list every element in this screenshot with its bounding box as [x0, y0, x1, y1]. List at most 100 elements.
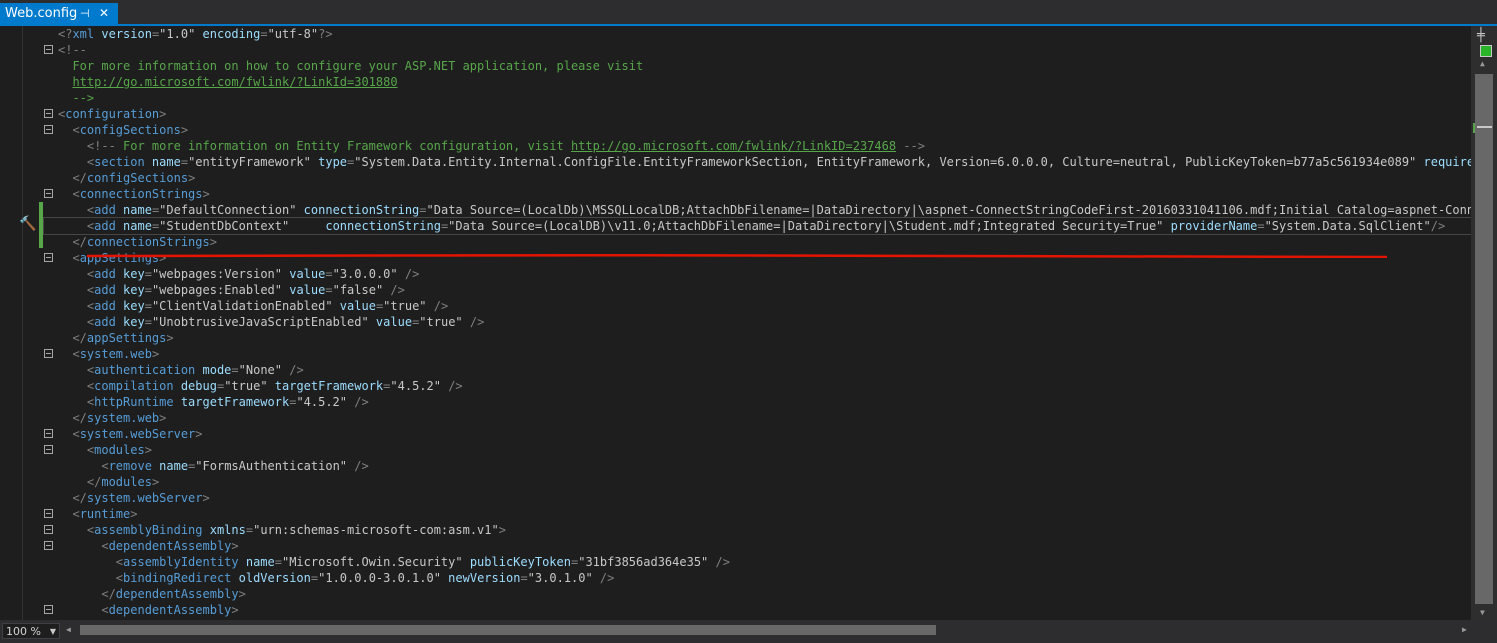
close-icon[interactable]: ✕: [99, 3, 109, 24]
code-token: name: [115, 219, 152, 233]
code-lines[interactable]: <?xml version="1.0" encoding="utf-8"?> <!…: [43, 26, 1471, 618]
hammer-icon[interactable]: 🔨: [19, 216, 36, 232]
collapse-icon[interactable]: [44, 429, 53, 438]
code-line[interactable]: <runtime>: [44, 506, 1471, 522]
collapse-icon[interactable]: [44, 109, 53, 118]
code-token: >: [202, 491, 210, 505]
code-token: />: [347, 459, 369, 473]
code-token: system.web: [86, 411, 160, 425]
code-line[interactable]: </system.web>: [44, 410, 1471, 426]
collapse-icon[interactable]: [44, 349, 53, 358]
code-token: system.webServer: [86, 491, 203, 505]
code-text: <system.webServer>: [58, 426, 202, 442]
code-token: <: [58, 427, 80, 441]
code-line[interactable]: <remove name="FormsAuthentication" />: [44, 458, 1471, 474]
code-line[interactable]: <?xml version="1.0" encoding="utf-8"?>: [44, 26, 1471, 42]
collapse-icon[interactable]: [44, 125, 53, 134]
code-line[interactable]: <assemblyBinding xmlns="urn:schemas-micr…: [44, 522, 1471, 538]
code-line[interactable]: <system.webServer>: [44, 426, 1471, 442]
code-token: =: [231, 363, 239, 377]
code-line[interactable]: </connectionStrings>: [44, 234, 1471, 250]
code-token: value: [282, 267, 326, 281]
scroll-up-icon[interactable]: ▲: [1480, 59, 1485, 68]
code-line[interactable]: </modules>: [44, 474, 1471, 490]
code-line[interactable]: <assemblyIdentity name="Microsoft.Owin.S…: [44, 554, 1471, 570]
code-line[interactable]: <connectionStrings>: [44, 186, 1471, 202]
code-token: name: [151, 459, 189, 473]
code-text: <system.web>: [58, 346, 159, 362]
code-line[interactable]: <!--: [44, 42, 1471, 58]
collapse-icon[interactable]: [44, 253, 53, 262]
code-line[interactable]: <bindingRedirect oldVersion = "1.0.0.0-3.0…: [44, 570, 1471, 586]
code-line[interactable]: <!-- For more information on Entity Fram…: [44, 138, 1471, 154]
code-token: />: [440, 379, 463, 393]
zoom-dropdown[interactable]: 100 % ▼: [2, 623, 60, 639]
code-line[interactable]: <add key="webpages:Version" value="3.0.0…: [44, 266, 1471, 282]
code-token: "System.Data.SqlClient": [1264, 219, 1431, 233]
code-token: For more information on Entity Framework…: [115, 139, 571, 153]
code-text: <httpRuntime targetFramework="4.5.2" />: [58, 394, 369, 410]
code-token: add: [94, 267, 116, 281]
code-line[interactable]: For more information on how to configure…: [44, 58, 1471, 74]
code-line[interactable]: </system.webServer>: [44, 490, 1471, 506]
collapse-icon[interactable]: [44, 509, 53, 518]
pin-icon[interactable]: ⊣: [80, 3, 90, 24]
code-line[interactable]: <dependentAssembly>: [44, 538, 1471, 554]
scroll-down-icon[interactable]: ▼: [1480, 608, 1485, 617]
vertical-scrollbar[interactable]: ╪ ▲ ▼: [1471, 26, 1497, 620]
margin-divider: [22, 26, 23, 620]
code-token: http://go.microsoft.com/fwlink/?LinkId=3…: [72, 75, 398, 89]
code-line[interactable]: <add name = "StudentDbContext" connectionS…: [43, 217, 1471, 235]
collapse-icon[interactable]: [44, 541, 53, 550]
code-token: bindingRedirect: [123, 571, 232, 585]
horizontal-scroll-thumb[interactable]: [80, 625, 936, 635]
code-line[interactable]: <configuration>: [44, 106, 1471, 122]
code-token: "webpages:Enabled": [151, 283, 282, 297]
collapse-icon[interactable]: [44, 45, 53, 54]
tab-web-config[interactable]: Web.config ⊣ ✕: [0, 3, 118, 24]
splitter-icon[interactable]: ╪: [1477, 28, 1485, 43]
code-token: <: [58, 187, 80, 201]
code-line[interactable]: </configSections>: [44, 170, 1471, 186]
code-token: modules: [94, 443, 145, 457]
tab-strip: Web.config ⊣ ✕: [0, 0, 1497, 24]
collapse-icon[interactable]: [44, 605, 53, 614]
code-token: -->: [58, 91, 95, 105]
code-line[interactable]: -->: [44, 90, 1471, 106]
code-token: =: [325, 283, 333, 297]
code-line[interactable]: <httpRuntime targetFramework="4.5.2" />: [44, 394, 1471, 410]
code-token: authentication: [94, 363, 196, 377]
code-token: >: [188, 171, 196, 185]
code-line[interactable]: <compilation debug="true" targetFramewor…: [44, 378, 1471, 394]
code-token: =: [144, 299, 152, 313]
code-token: value: [332, 299, 376, 313]
code-token: <: [58, 379, 95, 393]
code-line[interactable]: </appSettings>: [44, 330, 1471, 346]
code-line[interactable]: <appSettings>: [44, 250, 1471, 266]
collapse-icon[interactable]: [44, 445, 53, 454]
collapse-icon[interactable]: [44, 189, 53, 198]
code-line[interactable]: <authentication mode="None" />: [44, 362, 1471, 378]
scroll-left-icon[interactable]: ◀: [66, 625, 71, 634]
code-editor[interactable]: 🔨 <?xml version="1.0" encoding="utf-8"?>…: [0, 26, 1471, 620]
code-line[interactable]: <modules>: [44, 442, 1471, 458]
code-line[interactable]: <add key="webpages:Enabled" value="false…: [44, 282, 1471, 298]
code-line[interactable]: <add name = "DefaultConnection" connection…: [44, 202, 1471, 218]
code-token: <: [58, 203, 95, 217]
zoom-value: 100 %: [6, 625, 41, 638]
code-line[interactable]: <section name="entityFramework" type="Sy…: [44, 154, 1471, 170]
code-line[interactable]: <configSections>: [44, 122, 1471, 138]
code-line[interactable]: <dependentAssembly>: [44, 602, 1471, 618]
scroll-right-icon[interactable]: ▶: [1462, 625, 1467, 634]
code-line[interactable]: <system.web>: [44, 346, 1471, 362]
code-token: </: [58, 331, 87, 345]
collapse-icon[interactable]: [44, 525, 53, 534]
vertical-scroll-thumb[interactable]: [1475, 74, 1493, 604]
code-line[interactable]: http://go.microsoft.com/fwlink/?LinkId=3…: [44, 74, 1471, 90]
code-token: />: [708, 555, 730, 569]
code-line[interactable]: <add key="ClientValidationEnabled" value…: [44, 298, 1471, 314]
code-text: <dependentAssembly>: [58, 538, 238, 554]
code-line[interactable]: </dependentAssembly>: [44, 586, 1471, 602]
code-line[interactable]: <add key="UnobtrusiveJavaScriptEnabled" …: [44, 314, 1471, 330]
code-token: />: [397, 267, 420, 281]
